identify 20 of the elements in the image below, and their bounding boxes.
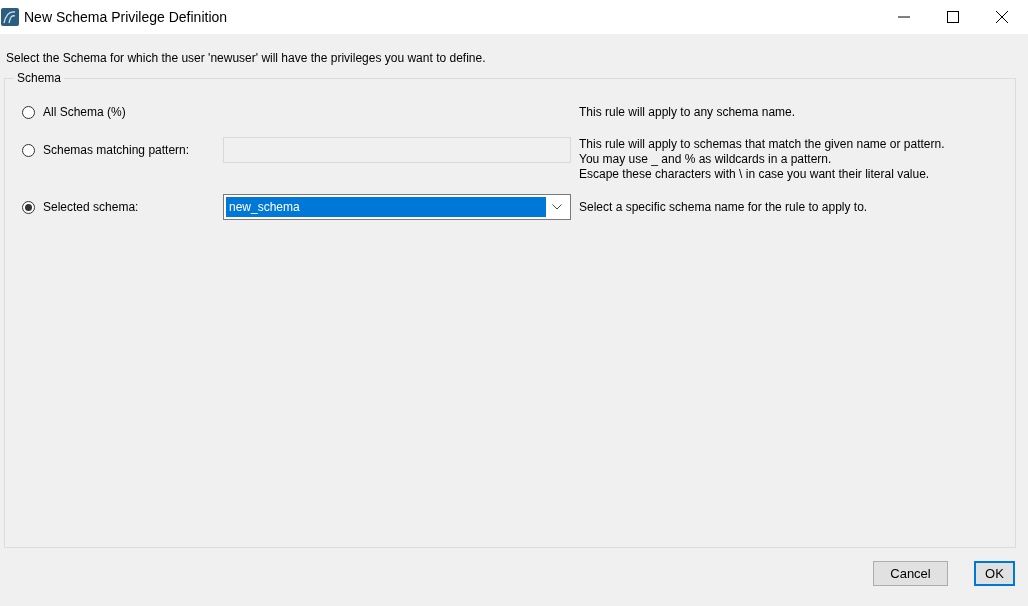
radio-button[interactable] — [22, 105, 35, 119]
caret-icon — [552, 204, 562, 210]
window-title: New Schema Privilege Definition — [24, 9, 229, 25]
description-text: Select a specific schema name for the rule to apply to. — [579, 199, 868, 215]
group-title: Schema — [14, 71, 65, 85]
maximize-icon — [947, 11, 959, 23]
description-text: You may use _ and % as wildcards in a pattern. — [579, 152, 833, 167]
description-text: Escape these characters with \ in case you want their literal value. — [579, 167, 931, 182]
schema-dropdown[interactable]: new_schema — [223, 194, 571, 220]
instruction-text: Select the Schema for which the user 'newuser' will have the privileges you want to define. — [5, 50, 487, 67]
dialog-button[interactable]: Cancel — [873, 561, 948, 586]
description-text: This rule will apply to any schema name. — [579, 104, 796, 120]
description-text: This rule will apply to schemas that match the given name or pattern. — [579, 137, 945, 152]
option-label: Schemas matching pattern: — [43, 143, 190, 157]
close-icon — [996, 11, 1008, 23]
option-label: All Schema (%) — [43, 105, 126, 119]
radio-button[interactable] — [22, 200, 35, 214]
app-icon — [1, 8, 19, 26]
dialog-button[interactable]: OK — [974, 561, 1015, 586]
option-label: Selected schema: — [43, 200, 139, 214]
